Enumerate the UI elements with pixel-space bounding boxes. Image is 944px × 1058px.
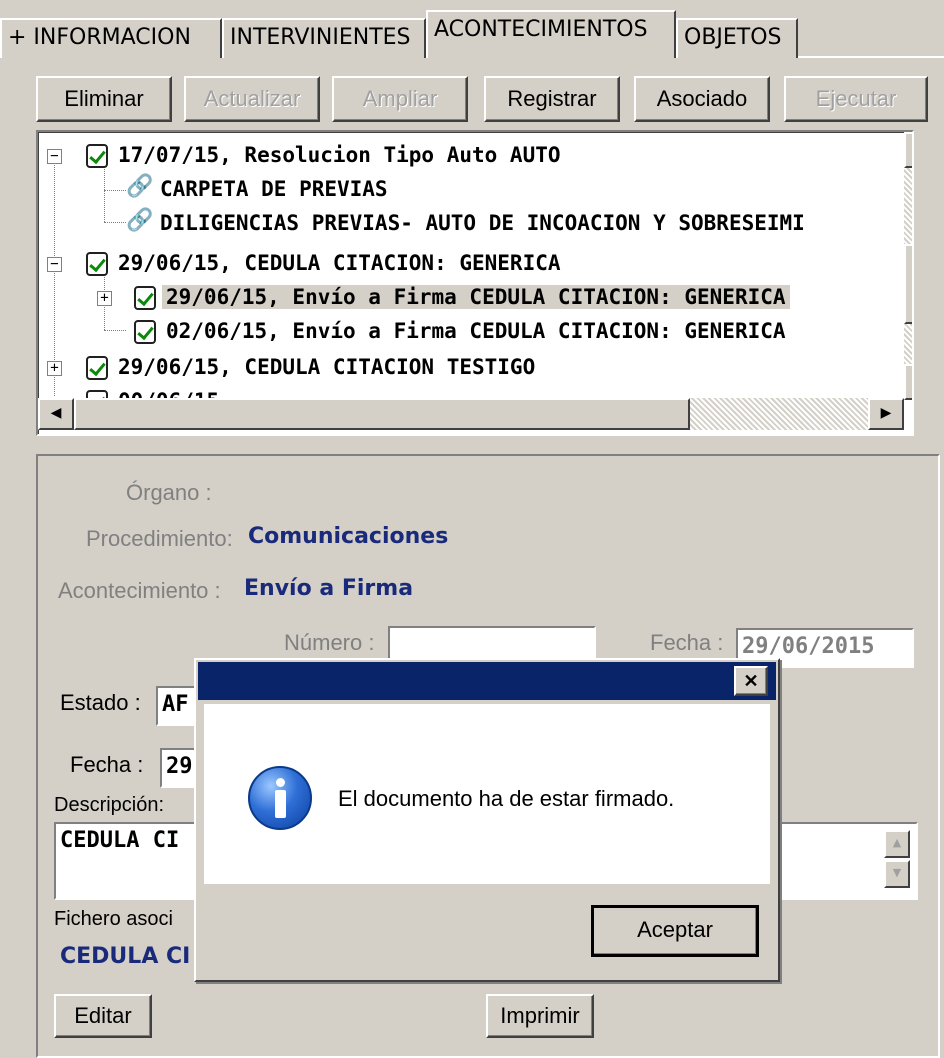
tree-connector bbox=[104, 222, 126, 223]
fecha-label: Fecha : bbox=[650, 630, 724, 655]
horizontal-scroll-thumb[interactable] bbox=[74, 398, 690, 430]
attachment-icon: 🔗 bbox=[126, 174, 154, 199]
attachment-icon: 🔗 bbox=[126, 208, 154, 233]
info-icon bbox=[248, 766, 312, 830]
fichero-label: Fichero asoci bbox=[54, 908, 173, 930]
checklist-icon bbox=[134, 320, 156, 344]
dialog-titlebar[interactable] bbox=[198, 662, 776, 700]
organo-label: Órgano : bbox=[126, 480, 212, 505]
tab-label: ACONTECIMIENTOS bbox=[434, 17, 648, 42]
registrar-button[interactable]: Registrar bbox=[484, 76, 620, 122]
close-icon[interactable]: ✕ bbox=[734, 666, 768, 696]
textarea-scroll-up-icon[interactable]: ▲ bbox=[884, 830, 910, 858]
acontecimiento-label: Acontecimiento : bbox=[58, 578, 221, 603]
tree-item[interactable]: 29/06/15, CEDULA CITACION: GENERICA bbox=[114, 246, 565, 280]
fichero-value[interactable]: CEDULA CI bbox=[60, 944, 190, 969]
tab-label: + INFORMACION bbox=[8, 25, 191, 50]
expand-icon[interactable]: + bbox=[47, 361, 62, 376]
descripcion-label: Descripción: bbox=[54, 794, 165, 816]
tab-objetos[interactable]: OBJETOS bbox=[676, 18, 798, 58]
scroll-up-icon[interactable]: ▲ bbox=[904, 132, 912, 168]
events-tree[interactable]: − 17/07/15, Resolucion Tipo Auto AUTO 🔗 … bbox=[36, 130, 914, 436]
acontecimiento-value: Envío a Firma bbox=[244, 576, 414, 601]
asociado-button[interactable]: Asociado bbox=[634, 76, 770, 122]
tree-connector bbox=[104, 190, 126, 191]
procedimiento-value: Comunicaciones bbox=[248, 524, 449, 549]
ejecutar-button[interactable]: Ejecutar bbox=[784, 76, 928, 122]
checklist-icon bbox=[86, 144, 108, 168]
tab-acontecimientos[interactable]: ACONTECIMIENTOS bbox=[426, 10, 676, 58]
tab-intervinientes[interactable]: INTERVINIENTES bbox=[222, 18, 426, 58]
tab-label: OBJETOS bbox=[684, 25, 782, 50]
scroll-left-icon[interactable]: ◀ bbox=[38, 398, 74, 430]
imprimir-button[interactable]: Imprimir bbox=[486, 994, 594, 1038]
checklist-icon bbox=[134, 286, 156, 310]
procedimiento-label: Procedimiento: bbox=[86, 526, 233, 551]
tree-item[interactable]: 29/06/15, CEDULA CITACION TESTIGO bbox=[114, 350, 539, 384]
tree-item[interactable]: 02/06/15, Envío a Firma CEDULA CITACION:… bbox=[162, 314, 790, 348]
scroll-right-icon[interactable]: ▶ bbox=[868, 398, 904, 430]
tree-connector bbox=[104, 162, 105, 222]
tree-connector bbox=[104, 330, 126, 331]
scroll-thumb[interactable] bbox=[904, 244, 912, 324]
numero-label: Número : bbox=[284, 630, 375, 655]
scroll-down-icon[interactable]: ▼ bbox=[904, 364, 912, 400]
descripcion-text: CEDULA CI bbox=[60, 828, 180, 853]
tree-item[interactable]: CARPETA DE PREVIAS bbox=[156, 172, 392, 206]
eliminar-button[interactable]: Eliminar bbox=[36, 76, 172, 122]
actualizar-button[interactable]: Actualizar bbox=[184, 76, 320, 122]
collapse-icon[interactable]: − bbox=[47, 149, 62, 164]
estado-label: Estado : bbox=[60, 690, 141, 715]
expand-icon[interactable]: + bbox=[97, 291, 112, 306]
tab-informacion[interactable]: + INFORMACION bbox=[0, 18, 222, 58]
ampliar-button[interactable]: Ampliar bbox=[332, 76, 468, 122]
tab-label: INTERVINIENTES bbox=[230, 25, 411, 50]
collapse-icon[interactable]: − bbox=[47, 257, 62, 272]
tree-item[interactable]: 17/07/15, Resolucion Tipo Auto AUTO bbox=[114, 138, 565, 172]
tree-item-selected[interactable]: 29/06/15, Envío a Firma CEDULA CITACION:… bbox=[162, 280, 790, 314]
textarea-scroll-down-icon[interactable]: ▼ bbox=[884, 860, 910, 888]
aceptar-button[interactable]: Aceptar bbox=[591, 905, 759, 957]
fecha2-label: Fecha : bbox=[70, 752, 144, 777]
checklist-icon bbox=[86, 252, 108, 276]
dialog-message: El documento ha de estar firmado. bbox=[338, 786, 675, 811]
checklist-icon bbox=[86, 356, 108, 380]
editar-button[interactable]: Editar bbox=[54, 994, 152, 1038]
tree-item[interactable]: DILIGENCIAS PREVIAS- AUTO DE INCOACION Y… bbox=[156, 206, 809, 240]
